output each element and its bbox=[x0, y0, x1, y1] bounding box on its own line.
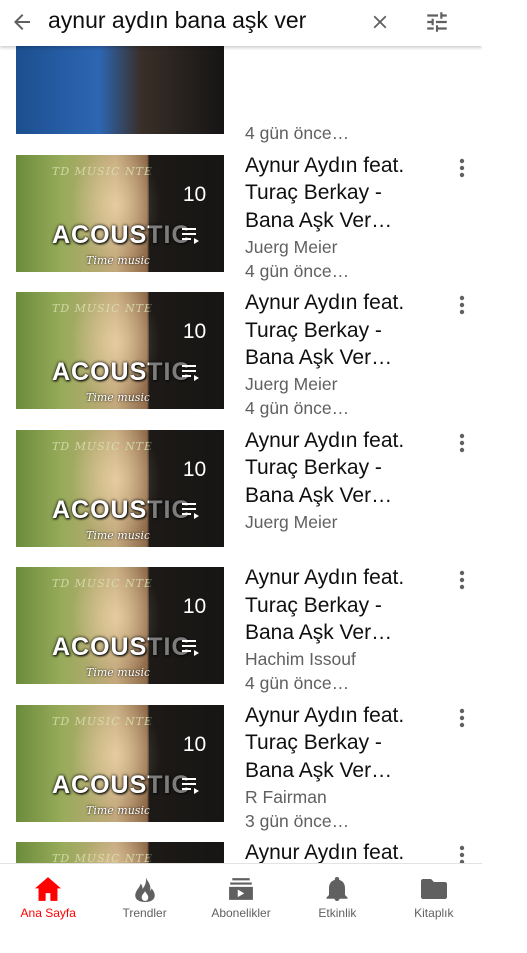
result-item[interactable]: TD MUSIC NTEACOUSTICTime music10Aynur Ay… bbox=[0, 546, 482, 693]
home-icon bbox=[33, 876, 63, 902]
arrow-left-icon bbox=[14, 14, 30, 30]
playlist-overlay: 10 bbox=[149, 154, 224, 272]
playlist-icon bbox=[182, 777, 199, 794]
result-item[interactable]: TD MUSIC NTEACOUSTICTime music10Aynur Ay… bbox=[0, 409, 482, 547]
channel-name: Hachim Issouf bbox=[245, 649, 356, 669]
folder-icon bbox=[419, 876, 449, 902]
thumbnail-sub-text: Time music bbox=[86, 666, 151, 679]
nav-home-label: Ana Sayfa bbox=[20, 906, 76, 920]
result-item[interactable]: TD MUSIC NTEACOUSTICTime music10Aynur Ay… bbox=[0, 684, 482, 831]
playlist-overlay: 10 bbox=[149, 567, 224, 684]
search-bar: aynur aydın bana aşk ver bbox=[0, 0, 482, 46]
more-vert-icon bbox=[459, 708, 465, 727]
app-frame: aynur aydın bana aşk ver 4 gün önce… TD M… bbox=[0, 0, 482, 953]
result-item[interactable]: TD MUSIC NTEACOUSTICTime music10Aynur Ay… bbox=[0, 271, 482, 418]
playlist-video-count: 10 bbox=[182, 457, 207, 481]
video-thumbnail[interactable]: TD MUSIC NTEACOUSTICTime music10 bbox=[16, 429, 224, 547]
nav-home[interactable]: Ana Sayfa bbox=[0, 864, 96, 924]
flame-icon bbox=[130, 876, 160, 902]
channel-name: Juerg Meier bbox=[245, 511, 338, 532]
thumbnail-top-text: TD MUSIC NTE bbox=[52, 714, 153, 728]
channel-name: Juerg Meier bbox=[245, 236, 338, 257]
playlist-video-count: 10 bbox=[182, 320, 207, 343]
thumbnail-sub-text: Time music bbox=[86, 391, 151, 404]
video-title[interactable]: Aynur Aydın feat. Turaç Berkay - Bana Aş… bbox=[245, 839, 435, 863]
video-title[interactable]: Aynur Aydın feat. Turaç Berkay - Bana Aş… bbox=[245, 152, 435, 235]
nav-trending[interactable]: Trendler bbox=[96, 864, 192, 924]
playlist-icon bbox=[182, 365, 199, 381]
video-thumbnail[interactable]: TD MUSIC NTEACOUSTICTime music10 bbox=[16, 704, 224, 822]
clear-search-button[interactable] bbox=[364, 6, 396, 38]
bottom-navigation: Ana Sayfa Trendler Abonelikler Etkinlik … bbox=[0, 863, 482, 924]
filter-button[interactable] bbox=[420, 6, 454, 38]
nav-activity[interactable]: Etkinlik bbox=[289, 864, 385, 924]
more-vert-icon bbox=[459, 570, 465, 590]
nav-library-label: Kitaplık bbox=[414, 906, 454, 920]
close-icon bbox=[373, 15, 387, 29]
playlist-overlay: 10 bbox=[149, 704, 224, 822]
tune-icon bbox=[427, 12, 447, 32]
video-title[interactable]: Aynur Aydın feat. Turaç Berkay - Bana Aş… bbox=[245, 427, 435, 510]
search-query[interactable]: aynur aydın bana aşk ver bbox=[48, 6, 306, 34]
playlist-overlay: 10 bbox=[149, 292, 224, 409]
playlist-overlay: 10 bbox=[149, 429, 224, 547]
video-title[interactable]: Aynur Aydın feat. Turaç Berkay - Bana Aş… bbox=[245, 564, 435, 647]
video-title[interactable]: Aynur Aydın feat. Turaç Berkay - Bana Aş… bbox=[245, 702, 435, 785]
result-item[interactable]: 4 gün önce… bbox=[0, 46, 482, 143]
more-vert-icon bbox=[459, 433, 465, 452]
nav-subscriptions[interactable]: Abonelikler bbox=[193, 864, 289, 924]
more-options-button[interactable] bbox=[452, 704, 472, 732]
channel-name: R Fairman bbox=[245, 786, 327, 807]
thumbnail-sub-text: Time music bbox=[86, 803, 151, 817]
result-item[interactable]: TD MUSIC NTEACOUSTICTime music10Aynur Ay… bbox=[0, 134, 482, 281]
playlist-video-count: 10 bbox=[182, 595, 207, 618]
more-options-button[interactable] bbox=[452, 566, 472, 594]
playlist-icon bbox=[182, 640, 199, 656]
results-container: 4 gün önce… TD MUSIC NTE ACOUSTIC Time musi… bbox=[0, 46, 482, 863]
thumbnail-top-text: TD MUSIC NTE bbox=[52, 439, 153, 453]
nav-library[interactable]: Kitaplık bbox=[386, 864, 482, 924]
thumbnail-top-text: TD MUSIC NTE bbox=[52, 302, 153, 315]
video-thumbnail[interactable]: TD MUSIC NTEACOUSTICTime music10 bbox=[16, 842, 224, 863]
video-thumbnail[interactable]: TD MUSIC NTEACOUSTICTime music10 bbox=[16, 567, 224, 684]
channel-name: Juerg Meier bbox=[245, 374, 338, 394]
playlist-overlay: 10 bbox=[149, 842, 224, 863]
more-options-button[interactable] bbox=[452, 429, 472, 457]
thumbnail-sub-text: Time music bbox=[86, 253, 151, 267]
result-item[interactable]: TD MUSIC NTEACOUSTICTime music10 Aynur Ay… bbox=[0, 821, 482, 863]
more-vert-icon bbox=[459, 845, 465, 863]
back-button[interactable] bbox=[6, 6, 38, 38]
more-options-button[interactable] bbox=[452, 291, 472, 319]
playlist-video-count: 10 bbox=[182, 732, 207, 756]
more-vert-icon bbox=[459, 158, 465, 177]
nav-trending-label: Trendler bbox=[122, 906, 167, 920]
playlist-icon bbox=[182, 502, 199, 519]
thumbnail-sub-text: Time music bbox=[86, 528, 151, 542]
nav-activity-label: Etkinlik bbox=[318, 906, 357, 920]
search-results-list: 4 gün önce… TD MUSIC NTE ACOUSTIC Time musi… bbox=[0, 46, 482, 863]
video-thumbnail[interactable]: TD MUSIC NTEACOUSTICTime music10 bbox=[16, 154, 224, 272]
thumbnail-top-text: TD MUSIC NTE bbox=[52, 577, 153, 590]
video-thumbnail[interactable] bbox=[16, 46, 224, 134]
nav-subscriptions-label: Abonelikler bbox=[211, 906, 271, 920]
thumbnail-top-text: TD MUSIC NTE bbox=[52, 852, 153, 863]
video-title[interactable]: Aynur Aydın feat. Turaç Berkay - Bana Aş… bbox=[245, 289, 435, 372]
bell-icon bbox=[322, 876, 352, 902]
playlist-icon bbox=[182, 227, 199, 244]
subscriptions-icon bbox=[226, 876, 256, 902]
more-options-button[interactable] bbox=[452, 154, 472, 182]
more-vert-icon bbox=[459, 295, 465, 315]
more-options-button[interactable] bbox=[452, 841, 472, 863]
thumbnail-top-text: TD MUSIC NTE bbox=[52, 164, 153, 178]
playlist-video-count: 10 bbox=[182, 182, 207, 206]
video-thumbnail[interactable]: TD MUSIC NTEACOUSTICTime music10 bbox=[16, 292, 224, 409]
